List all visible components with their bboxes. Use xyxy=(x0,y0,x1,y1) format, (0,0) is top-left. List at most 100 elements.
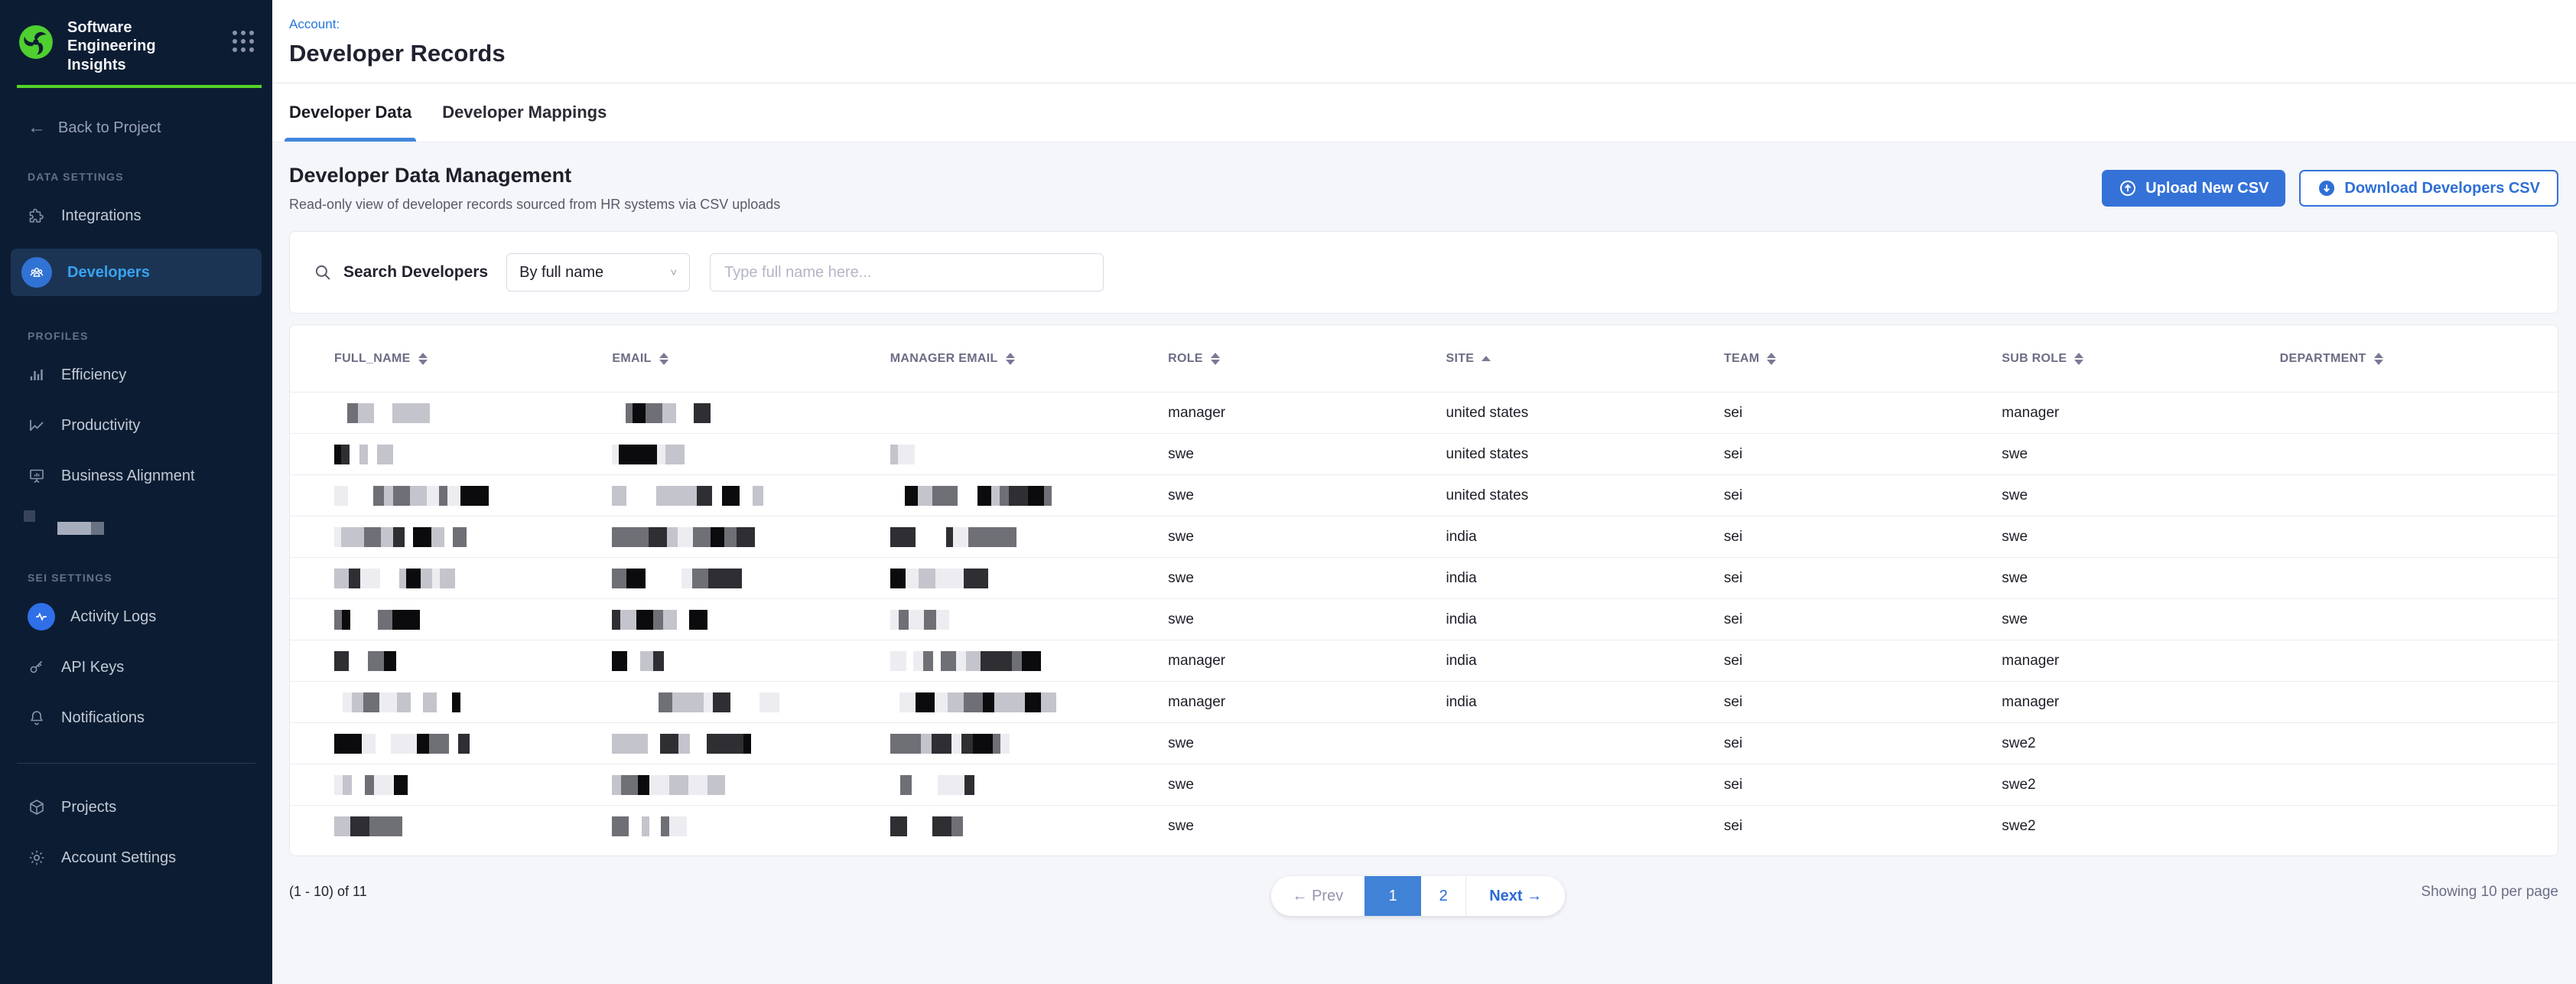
sort-icon xyxy=(2374,353,2383,365)
column-header-team[interactable]: TEAM xyxy=(1724,352,2002,366)
redacted-value xyxy=(334,734,612,754)
cell-site: india xyxy=(1446,570,1724,587)
search-input[interactable] xyxy=(710,253,1104,292)
table-row: managerunited statesseimanager xyxy=(290,392,2558,433)
page-button-1[interactable]: 1 xyxy=(1364,876,1421,916)
redacted-value xyxy=(890,692,1168,712)
table-row: sweindiaseiswe xyxy=(290,516,2558,557)
cell-manager_email xyxy=(890,527,1168,547)
sidebar-item-integrations[interactable]: Integrations xyxy=(11,198,262,233)
table-row: sweunited statesseiswe xyxy=(290,433,2558,474)
next-page-button[interactable]: Next → xyxy=(1466,888,1565,905)
search-label: Search Developers xyxy=(343,263,488,282)
section-header-row: Developer Data Management Read-only view… xyxy=(289,164,2558,213)
redacted-value xyxy=(612,775,890,795)
breadcrumb-account-link[interactable]: Account: xyxy=(289,17,2558,32)
sidebar-item-redacted[interactable] xyxy=(0,510,272,538)
cell-manager_email xyxy=(890,569,1168,588)
column-header-full_name[interactable]: FULL_NAME xyxy=(334,352,612,366)
search-filter-select[interactable]: By full name ˅ xyxy=(506,253,690,292)
table-body: managerunited statesseimanagersweunited … xyxy=(290,392,2558,846)
tab-developer-mappings[interactable]: Developer Mappings xyxy=(442,83,607,142)
cell-full_name xyxy=(334,734,612,754)
sidebar-item-efficiency[interactable]: Efficiency xyxy=(11,357,262,393)
upload-new-csv-button[interactable]: Upload New CSV xyxy=(2102,170,2285,207)
back-to-project-label: Back to Project xyxy=(58,119,161,137)
cell-role: swe xyxy=(1168,611,1446,628)
sidebar-item-account-settings[interactable]: Account Settings xyxy=(11,840,262,875)
redacted-value xyxy=(890,816,1168,836)
app-title: Software Engineering Insights xyxy=(67,18,217,74)
cell-email xyxy=(612,445,890,464)
redacted-value xyxy=(612,569,890,588)
column-header-email[interactable]: EMAIL xyxy=(612,352,890,366)
sidebar-item-label: Developers xyxy=(67,264,150,282)
cell-email xyxy=(612,734,890,754)
cell-sub_role: swe xyxy=(2002,487,2279,504)
sidebar-divider xyxy=(17,763,255,764)
redacted-value xyxy=(612,610,890,630)
download-developers-csv-button[interactable]: Download Developers CSV xyxy=(2299,170,2558,207)
redacted-value xyxy=(890,445,1168,464)
sort-icon xyxy=(2074,353,2083,365)
sidebar-item-label: Integrations xyxy=(61,207,141,225)
puzzle-icon xyxy=(28,207,46,225)
redacted-value xyxy=(334,651,612,671)
developer-table-card: FULL_NAMEEMAIL MANAGER EMAILROLE SITETEAM S… xyxy=(289,324,2558,856)
cell-manager_email xyxy=(890,445,1168,464)
sidebar-item-notifications[interactable]: Notifications xyxy=(11,700,262,735)
table-row: sweseiswe2 xyxy=(290,722,2558,764)
pagination-range-text: (1 - 10) of 11 xyxy=(289,884,367,900)
column-label: ROLE xyxy=(1168,352,1203,366)
sidebar-item-label: Business Alignment xyxy=(61,468,195,485)
cell-site: united states xyxy=(1446,405,1724,422)
column-header-department[interactable]: DEPARTMENT xyxy=(2280,352,2558,366)
sidebar-item-developers[interactable]: Developers xyxy=(11,249,262,296)
app-grid-icon[interactable] xyxy=(233,31,254,52)
section-sei-settings: SEI SETTINGS xyxy=(28,572,272,584)
cell-role: manager xyxy=(1168,653,1446,670)
cell-team: sei xyxy=(1724,818,2002,835)
page-button-2[interactable]: 2 xyxy=(1421,876,1465,916)
cell-role: swe xyxy=(1168,735,1446,752)
column-header-sub_role[interactable]: SUB ROLE xyxy=(2002,352,2279,366)
redacted-value xyxy=(334,445,612,464)
sidebar-item-activity-logs[interactable]: Activity Logs xyxy=(11,599,262,634)
redacted-icon xyxy=(24,510,35,522)
download-button-label: Download Developers CSV xyxy=(2344,180,2540,197)
back-arrow-icon: ← xyxy=(28,119,46,137)
cell-sub_role: swe2 xyxy=(2002,777,2279,793)
column-header-site[interactable]: SITE xyxy=(1446,352,1724,366)
redacted-value xyxy=(612,527,890,547)
prev-page-button[interactable]: ← Prev xyxy=(1271,888,1365,905)
search-card: Search Developers By full name ˅ xyxy=(289,231,2558,314)
tab-developer-data[interactable]: Developer Data xyxy=(289,83,411,142)
cell-manager_email xyxy=(890,651,1168,671)
main-area: Account: Developer Records Developer Dat… xyxy=(272,0,2576,984)
section-data-settings: DATA SETTINGS xyxy=(28,171,272,183)
sidebar-item-api-keys[interactable]: API Keys xyxy=(11,650,262,685)
upload-icon xyxy=(2119,179,2137,197)
cell-email xyxy=(612,816,890,836)
section-profiles: PROFILES xyxy=(28,330,272,342)
cell-role: manager xyxy=(1168,694,1446,711)
cell-team: sei xyxy=(1724,611,2002,628)
sidebar-item-productivity[interactable]: Productivity xyxy=(11,408,262,443)
redacted-value xyxy=(612,486,890,506)
line-chart-icon xyxy=(28,416,46,435)
column-header-manager_email[interactable]: MANAGER EMAIL xyxy=(890,352,1168,366)
sidebar-item-projects[interactable]: Projects xyxy=(11,790,262,825)
redacted-label xyxy=(57,522,104,535)
back-to-project-link[interactable]: ← Back to Project xyxy=(28,119,272,137)
redacted-value xyxy=(334,569,612,588)
column-label: EMAIL xyxy=(612,352,651,366)
column-header-role[interactable]: ROLE xyxy=(1168,352,1446,366)
column-label: TEAM xyxy=(1724,352,1760,366)
redacted-value xyxy=(334,610,612,630)
sidebar: Software Engineering Insights ← Back to … xyxy=(0,0,272,984)
search-icon xyxy=(313,262,333,282)
sidebar-item-business-alignment[interactable]: Business Alignment xyxy=(11,458,262,494)
redacted-value xyxy=(334,527,612,547)
redacted-value xyxy=(612,651,890,671)
section-title: Developer Data Management xyxy=(289,164,780,187)
